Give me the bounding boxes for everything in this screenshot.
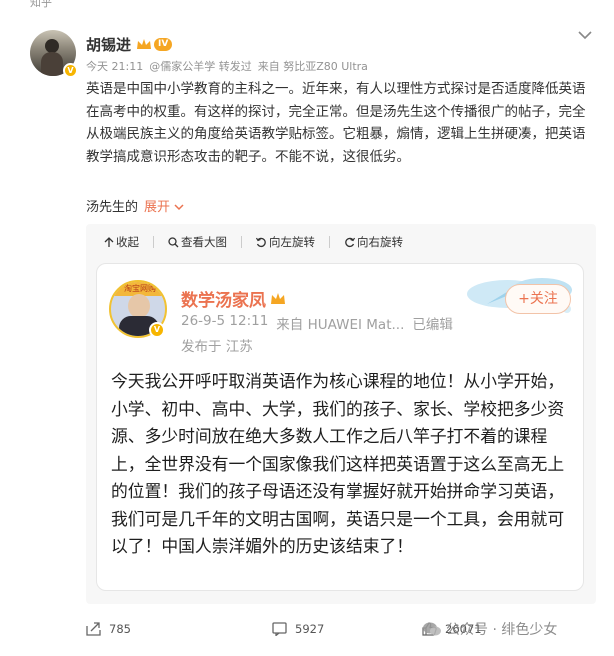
repost-count: 785	[109, 622, 131, 636]
image-viewer: 收起 查看大图 向左旋转 向右旋转 淘宝网购 V 数学汤家凤 26-9-5 12…	[86, 224, 596, 604]
more-options-icon[interactable]	[578, 28, 592, 44]
view-large-button[interactable]: 查看大图	[168, 234, 227, 250]
level-badge: IV	[154, 38, 173, 51]
follow-button: +关注	[505, 284, 571, 314]
toolbar-divider	[241, 236, 242, 248]
comment-button[interactable]: 5927	[272, 622, 422, 636]
rotate-right-icon	[345, 237, 355, 247]
post-text: 英语是中国中小学教育的主科之一。近年来，有人以理性方式探讨是否适度降低英语在高考…	[86, 81, 586, 165]
inner-author-name: 数学汤家凤	[181, 291, 266, 311]
post-meta: 今天 21:11 @儒家公羊学 转发过 来自 努比亚Z80 Ultra	[86, 58, 368, 74]
rotate-left-label: 向左旋转	[269, 235, 315, 249]
expand-button-label: 展开	[144, 200, 171, 215]
post-device: 来自 努比亚Z80 Ultra	[257, 60, 368, 73]
expand-row: 汤先生的 展开	[86, 196, 184, 215]
inner-post-text: 今天我公开呼吁取消英语作为核心课程的地位！从小学开始，小学、初中、高中、大学，我…	[111, 371, 565, 556]
expand-label: 汤先生的	[86, 200, 139, 215]
comment-count: 5927	[295, 622, 325, 636]
rotate-left-button[interactable]: 向左旋转	[256, 234, 315, 250]
verified-badge-icon: V	[63, 63, 78, 78]
inner-device: 来自 HUAWEI Mat...	[276, 317, 405, 333]
expand-button[interactable]: 展开	[144, 196, 184, 215]
repost-button[interactable]: 785	[86, 622, 272, 636]
inner-author-row: 数学汤家凤	[181, 286, 286, 311]
toolbar-divider	[329, 236, 330, 248]
post-time[interactable]: 今天 21:11	[86, 58, 143, 74]
watermark: 公众号 · 绯色少女	[422, 619, 557, 639]
rotate-right-button[interactable]: 向右旋转	[344, 234, 403, 250]
rotate-right-label: 向右旋转	[357, 235, 403, 249]
inner-edited: 已编辑	[412, 317, 453, 333]
magnifier-icon	[168, 236, 179, 247]
top-fragment: 知乎	[0, 0, 614, 12]
inner-verified-icon: V	[149, 322, 165, 338]
crown-icon	[271, 292, 285, 304]
screenshot-image[interactable]: 淘宝网购 V 数学汤家凤 26-9-5 12:11 来自 HUAWEI Mat.…	[96, 263, 584, 591]
inner-meta: 26-9-5 12:11 来自 HUAWEI Mat... 已编辑	[181, 313, 453, 333]
inner-location: 发布于 江苏	[181, 339, 253, 355]
post-source[interactable]: @儒家公羊学 转发过	[149, 58, 252, 74]
rotate-left-icon	[256, 237, 266, 247]
author-row: 胡锡进 IV	[86, 34, 173, 55]
view-large-label: 查看大图	[181, 235, 227, 249]
wechat-icon	[423, 622, 441, 636]
top-fragment-text: 知乎	[30, 0, 52, 9]
arrow-up-icon	[104, 236, 114, 247]
author-name[interactable]: 胡锡进	[86, 34, 131, 55]
crown-icon	[137, 39, 152, 49]
inner-time: 26-9-5 12:11	[181, 313, 269, 329]
collapse-label: 收起	[116, 235, 139, 249]
image-toolbar: 收起 查看大图 向左旋转 向右旋转	[104, 234, 403, 250]
toolbar-divider	[153, 236, 154, 248]
collapse-button[interactable]: 收起	[104, 234, 139, 250]
comment-icon	[272, 622, 287, 636]
chevron-down-icon	[174, 204, 184, 211]
watermark-text: 公众号 · 绯色少女	[446, 622, 558, 638]
share-icon	[86, 622, 101, 636]
